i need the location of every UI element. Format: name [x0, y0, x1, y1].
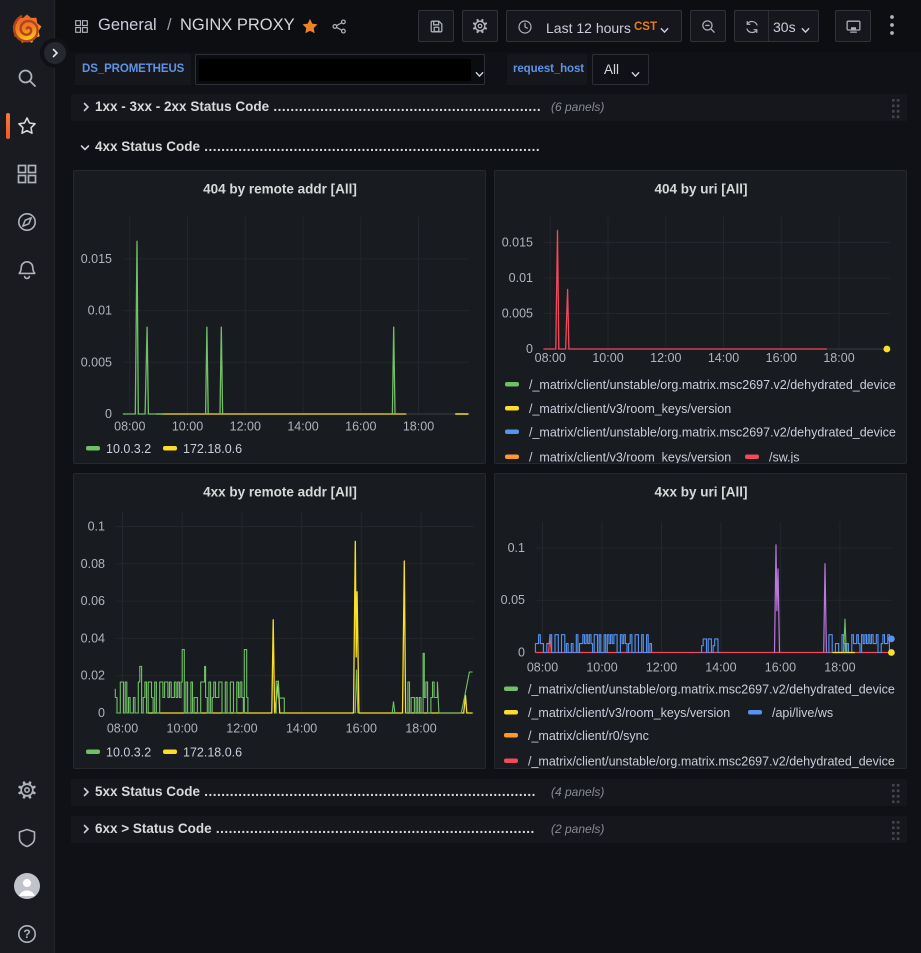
svg-text:16:00: 16:00 [766, 351, 797, 365]
svg-text:/_matrix/client/unstable/org.m: /_matrix/client/unstable/org.matrix.msc2… [529, 426, 896, 440]
svg-text:/_matrix/client/v3/room_keys/v: /_matrix/client/v3/room_keys/version [529, 402, 731, 416]
svg-text:0.01: 0.01 [88, 304, 112, 318]
svg-text:12:00: 12:00 [230, 420, 261, 434]
svg-text:0: 0 [98, 706, 105, 720]
svg-text:/_matrix/client/v3/room_keys/v: /_matrix/client/v3/room_keys/version [528, 706, 730, 720]
svg-text:0: 0 [526, 342, 533, 356]
svg-text:16:00: 16:00 [345, 420, 376, 434]
svg-text:10:00: 10:00 [592, 351, 623, 365]
svg-text:4xx by uri [All]: 4xx by uri [All] [654, 485, 747, 500]
svg-text:/_matrix/client/r0/sync: /_matrix/client/r0/sync [528, 729, 649, 743]
svg-text:10.0.3.2: 10.0.3.2 [106, 746, 151, 760]
svg-text:0.01: 0.01 [509, 271, 533, 285]
svg-text:08:00: 08:00 [527, 661, 558, 675]
svg-text:/_matrix/client/unstable/org.m: /_matrix/client/unstable/org.matrix.msc2… [528, 755, 895, 769]
svg-text:/_matrix/client/unstable/org.m: /_matrix/client/unstable/org.matrix.msc2… [528, 683, 895, 697]
svg-text:18:00: 18:00 [403, 420, 434, 434]
svg-text:404 by remote addr [All]: 404 by remote addr [All] [203, 182, 357, 197]
svg-text:0: 0 [518, 646, 525, 660]
svg-text:172.18.0.6: 172.18.0.6 [183, 442, 242, 456]
svg-text:/sw.js: /sw.js [769, 451, 800, 465]
svg-text:08:00: 08:00 [107, 722, 138, 736]
svg-text:10:00: 10:00 [172, 420, 203, 434]
svg-text:12:00: 12:00 [646, 661, 677, 675]
svg-text:/_matrix/client/unstable/org.m: /_matrix/client/unstable/org.matrix.msc2… [529, 378, 896, 392]
svg-text:4xx by remote addr [All]: 4xx by remote addr [All] [203, 485, 357, 500]
svg-text:172.18.0.6: 172.18.0.6 [183, 746, 242, 760]
svg-text:0.02: 0.02 [81, 669, 105, 683]
svg-text:0.1: 0.1 [508, 541, 525, 555]
svg-text:18:00: 18:00 [823, 351, 854, 365]
svg-text:0.05: 0.05 [501, 593, 525, 607]
svg-text:14:00: 14:00 [708, 351, 739, 365]
svg-text:16:00: 16:00 [765, 661, 796, 675]
svg-text:0.1: 0.1 [88, 520, 105, 534]
svg-text:/api/live/ws: /api/live/ws [772, 706, 833, 720]
svg-text:404 by uri [All]: 404 by uri [All] [654, 182, 747, 197]
svg-text:0.06: 0.06 [81, 594, 105, 608]
svg-text:14:00: 14:00 [287, 420, 318, 434]
svg-text:0.015: 0.015 [502, 236, 533, 250]
svg-text:0.04: 0.04 [81, 631, 105, 645]
svg-text:0.08: 0.08 [81, 557, 105, 571]
svg-text:08:00: 08:00 [535, 351, 566, 365]
svg-text:/_matrix/client/v3/room_keys/v: /_matrix/client/v3/room_keys/version [529, 451, 731, 465]
svg-text:0.005: 0.005 [502, 307, 533, 321]
svg-text:14:00: 14:00 [705, 661, 736, 675]
svg-text:10:00: 10:00 [586, 661, 617, 675]
svg-text:08:00: 08:00 [114, 420, 145, 434]
svg-text:14:00: 14:00 [286, 722, 317, 736]
svg-text:10.0.3.2: 10.0.3.2 [106, 442, 151, 456]
svg-text:18:00: 18:00 [824, 661, 855, 675]
svg-text:10:00: 10:00 [167, 722, 198, 736]
svg-text:0: 0 [105, 407, 112, 421]
svg-text:?: ? [23, 927, 30, 941]
svg-text:0.015: 0.015 [81, 252, 112, 266]
svg-text:16:00: 16:00 [346, 722, 377, 736]
svg-text:12:00: 12:00 [226, 722, 257, 736]
svg-text:18:00: 18:00 [405, 722, 436, 736]
svg-text:12:00: 12:00 [650, 351, 681, 365]
svg-text:0.005: 0.005 [81, 355, 112, 369]
